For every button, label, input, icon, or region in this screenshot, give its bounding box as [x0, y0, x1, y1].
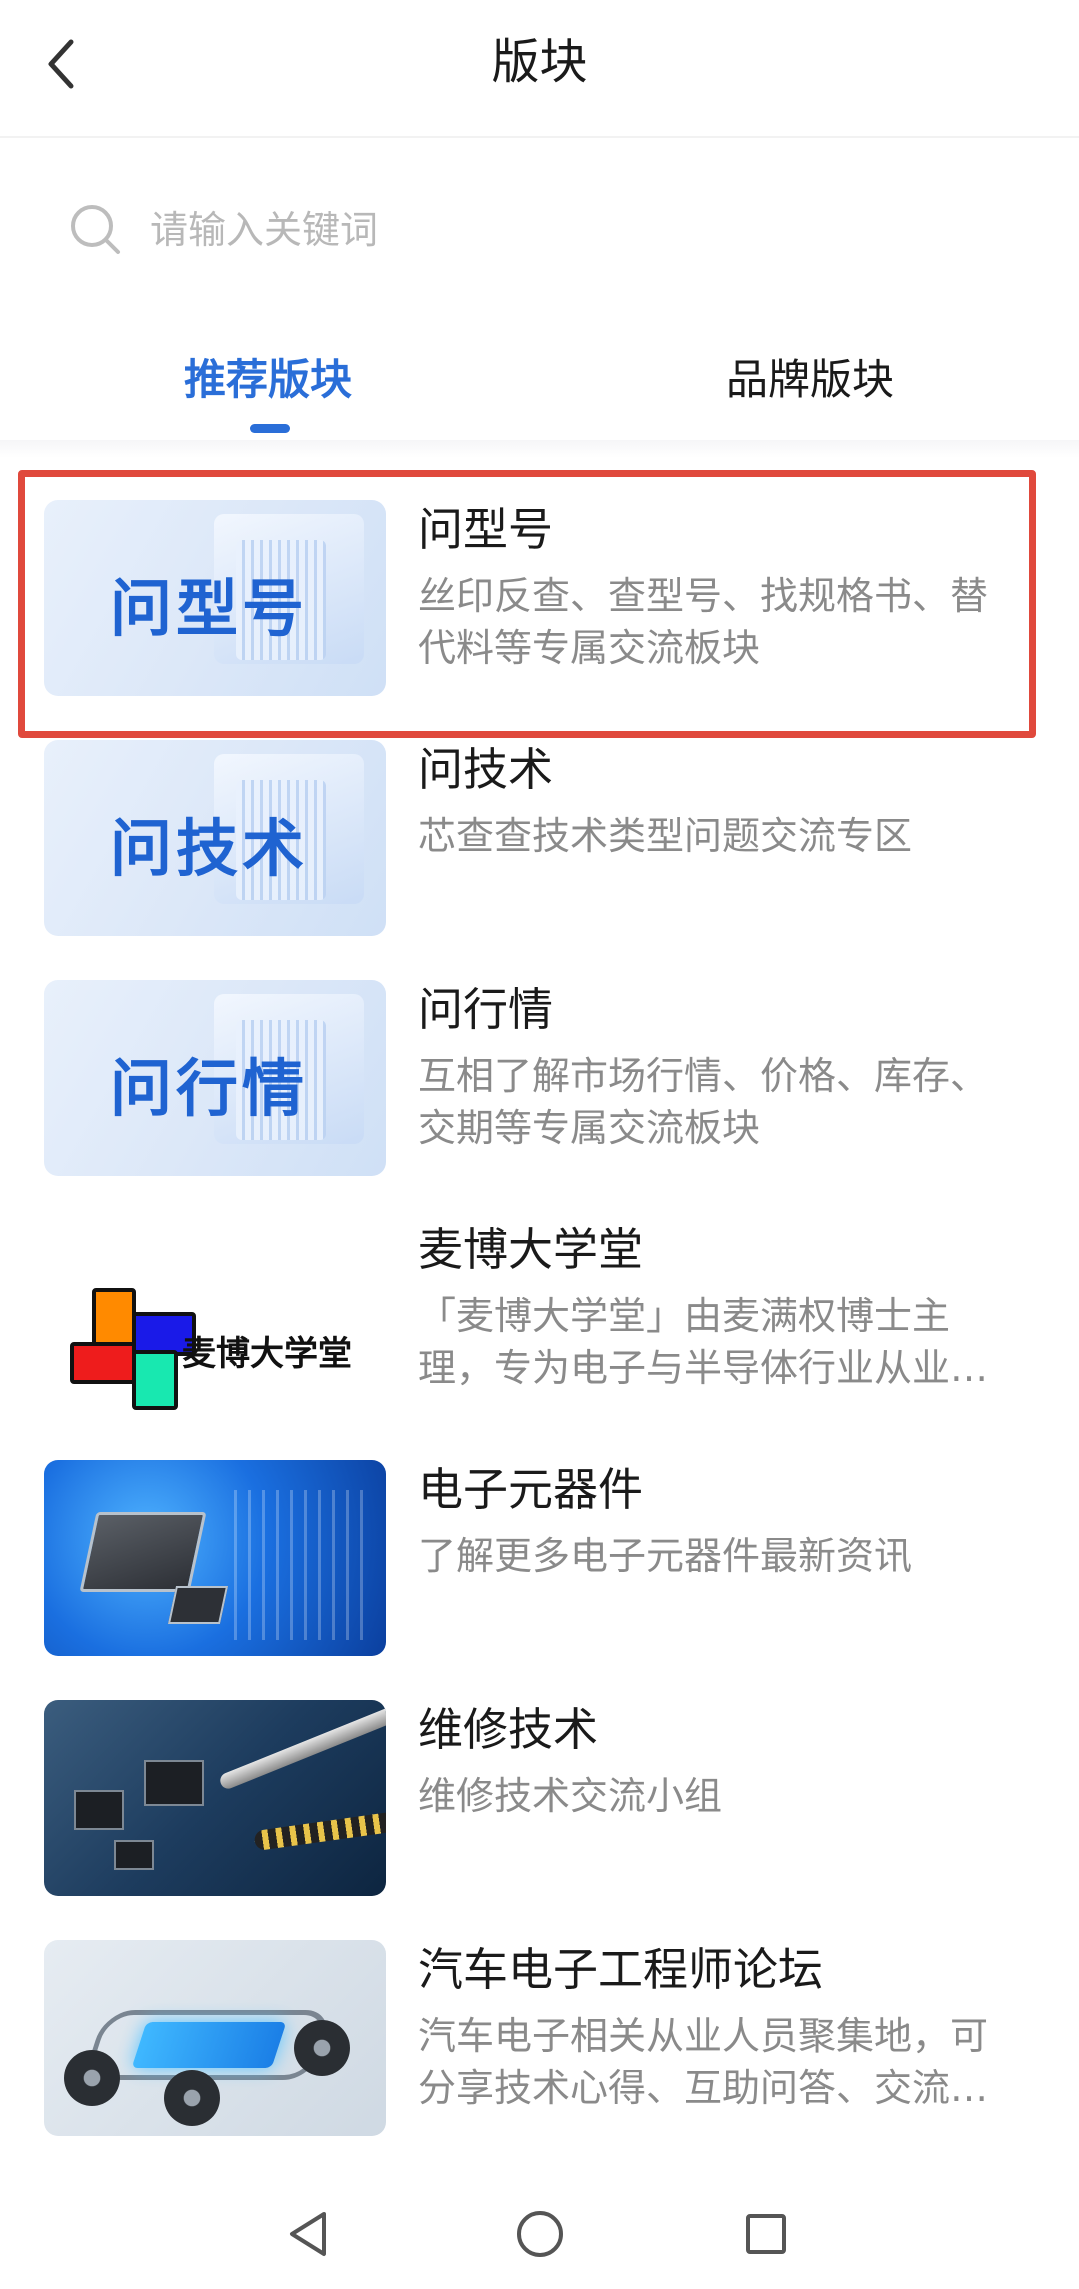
- item-title: 问技术: [418, 743, 554, 796]
- item-title: 问型号: [418, 503, 554, 556]
- list-item-electronic-components[interactable]: 电子元器件 了解更多电子元器件最新资讯: [0, 1430, 1079, 1656]
- item-description: 互相了解市场行情、价格、库存、交期等专属交流板块: [418, 1054, 989, 1150]
- tab-bar: 推荐版块 品牌版块: [0, 340, 1079, 440]
- item-description: 芯查查技术类型问题交流专区: [418, 814, 913, 858]
- home-circle-icon: [517, 2211, 563, 2257]
- thumbnail-label: 问型号: [110, 572, 309, 645]
- item-title: 汽车电子工程师论坛: [418, 1943, 824, 1996]
- recents-square-icon: [746, 2214, 786, 2254]
- item-thumbnail: 问型号: [44, 500, 386, 696]
- item-description: 丝印反查、查型号、找规格书、替代料等专属交流板块: [418, 574, 989, 670]
- list-item-ask-tech[interactable]: 问技术 问技术 芯查查技术类型问题交流专区: [0, 710, 1079, 936]
- tab-brand[interactable]: 品牌版块: [660, 340, 960, 440]
- pcb-repair-image: [44, 1700, 386, 1896]
- list-item-maibo-academy[interactable]: 麦博大学堂 麦博大学堂 「麦博大学堂」由麦满权博士主理，专为电子与半导体行业从业…: [0, 1190, 1079, 1416]
- maibo-logo: 麦博大学堂: [44, 1220, 386, 1416]
- list-item-repair-tech[interactable]: 维修技术 维修技术交流小组: [0, 1670, 1079, 1896]
- item-thumbnail: 问技术: [44, 740, 386, 936]
- active-tab-indicator: [250, 424, 290, 433]
- nav-back-button[interactable]: [268, 2194, 348, 2274]
- nav-recents-button[interactable]: [726, 2194, 806, 2274]
- ev-chassis-image: [44, 1940, 386, 2136]
- item-title: 维修技术: [418, 1703, 599, 1756]
- tabs-divider: [0, 440, 1079, 458]
- back-triangle-icon: [290, 2212, 326, 2256]
- top-bar: 版块: [0, 0, 1079, 138]
- nav-home-button[interactable]: [500, 2194, 580, 2274]
- search-icon: [71, 205, 120, 254]
- item-thumbnail: 问行情: [44, 980, 386, 1176]
- search-bar[interactable]: [28, 185, 1051, 275]
- logo-text: 麦博大学堂: [182, 1334, 352, 1374]
- item-title: 问行情: [418, 983, 554, 1036]
- item-title: 电子元器件: [418, 1463, 644, 1516]
- list-item-ask-model[interactable]: 问型号 问型号 丝印反查、查型号、找规格书、替代料等专属交流板块: [0, 470, 1079, 696]
- item-description: 汽车电子相关从业人员聚集地，可分享技术心得、互助问答、交流经验: [418, 2014, 989, 2110]
- list-item-ask-market[interactable]: 问行情 问行情 互相了解市场行情、价格、库存、交期等专属交流板块: [0, 950, 1079, 1176]
- page-title: 版块: [491, 34, 588, 90]
- thumbnail-label: 问技术: [110, 812, 309, 885]
- search-input[interactable]: [150, 208, 950, 252]
- item-description: 维修技术交流小组: [418, 1774, 723, 1818]
- thumbnail-label: 问行情: [110, 1052, 309, 1125]
- item-description: 了解更多电子元器件最新资讯: [418, 1534, 913, 1578]
- item-description: 「麦博大学堂」由麦满权博士主理，专为电子与半导体行业从业人员打造: [418, 1294, 989, 1390]
- item-title: 麦博大学堂: [418, 1223, 644, 1276]
- system-nav-bar: [0, 2180, 1079, 2289]
- list-item-auto-electronics-forum[interactable]: 汽车电子工程师论坛 汽车电子相关从业人员聚集地，可分享技术心得、互助问答、交流经…: [0, 1910, 1079, 2136]
- chip-image: [44, 1460, 386, 1656]
